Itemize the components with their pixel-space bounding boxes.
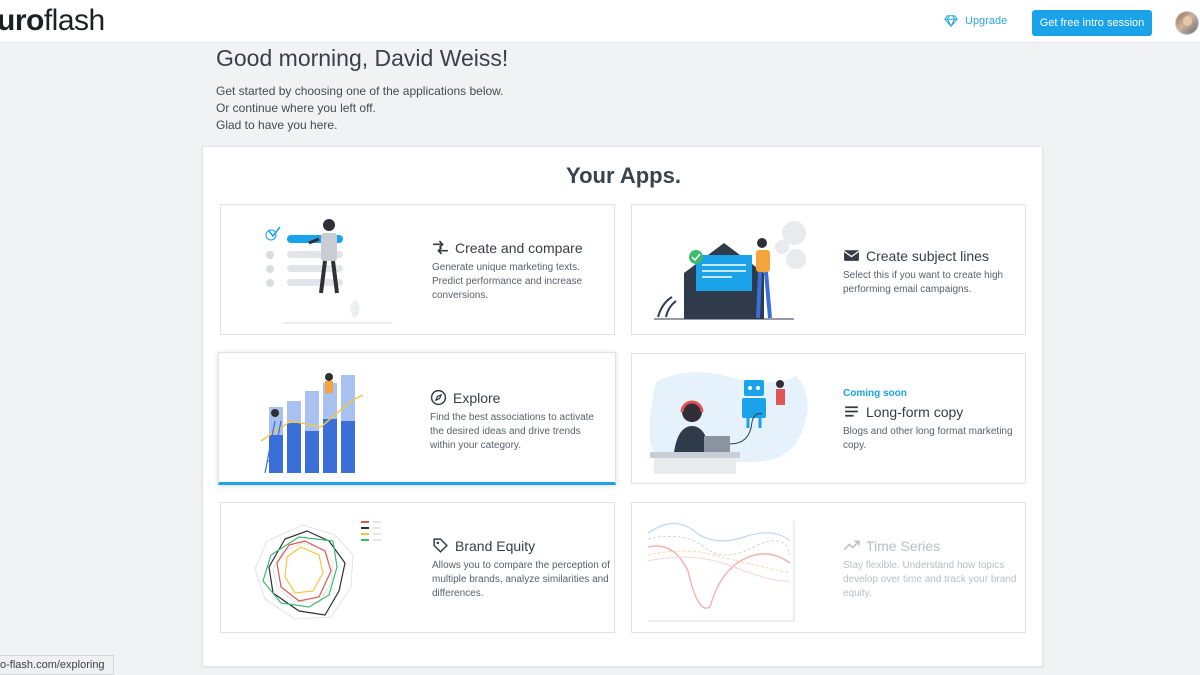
avatar[interactable] (1175, 11, 1199, 35)
card-title: Brand Equity (432, 537, 610, 554)
explore-illustration (260, 373, 364, 474)
card-description: Find the best associations to activate t… (430, 412, 594, 451)
app-card-create-compare[interactable]: Create and compare Generate unique marke… (220, 204, 615, 335)
apps-panel: Your Apps. Create and compare Generate u… (202, 146, 1043, 667)
app-card-time-series[interactable]: Time Series Stay flexible. Understand ho… (631, 502, 1026, 633)
upgrade-label: Upgrade (965, 15, 1008, 27)
coming-soon-badge: Coming soon (843, 388, 907, 399)
card-title: Create and compare (432, 239, 610, 256)
tag-icon (433, 538, 448, 553)
time-series-illustration (647, 521, 795, 622)
brand-equity-illustration (254, 521, 381, 620)
card-description: Blogs and other long format marketing co… (843, 426, 1013, 451)
card-text: Create and compare Generate unique marke… (432, 239, 610, 303)
compass-icon (430, 389, 447, 406)
card-description: Generate unique marketing texts. Predict… (432, 262, 583, 301)
intro-text: Get started by choosing one of the appli… (216, 83, 504, 134)
apps-title: Your Apps. (566, 163, 681, 188)
card-title: Time Series (843, 537, 1021, 554)
page-title: Good morning, David Weiss! (216, 45, 509, 71)
diamond-icon (944, 15, 958, 28)
top-bar: uroflash Upgrade Get free intro session (0, 0, 1200, 43)
intro-line: Glad to have you here. (216, 118, 338, 132)
envelope-icon (843, 250, 860, 261)
card-description: Allows you to compare the perception of … (432, 560, 610, 599)
card-title: Explore (430, 389, 608, 406)
card-text: Coming soon Long-form copy Blogs and oth… (843, 388, 1021, 453)
compare-arrows-icon (433, 240, 448, 255)
upgrade-link[interactable]: Upgrade (944, 14, 1007, 28)
create-compare-illustration (265, 219, 393, 324)
app-card-brand-equity[interactable]: Brand Equity Allows you to compare the p… (220, 502, 615, 633)
lines-icon (845, 406, 858, 417)
card-title: Create subject lines (843, 247, 1021, 264)
logo[interactable]: uroflash (0, 3, 105, 39)
long-form-illustration (649, 372, 808, 474)
subject-lines-illustration (654, 221, 806, 320)
status-bar-url: o-flash.com/exploring (0, 655, 114, 675)
card-text: Brand Equity Allows you to compare the p… (432, 537, 610, 601)
intro-session-button[interactable]: Get free intro session (1032, 10, 1152, 36)
card-description: Stay flexible. Understand how topics dev… (843, 560, 1017, 599)
app-card-explore[interactable]: Explore Find the best associations to ac… (218, 352, 616, 485)
card-text: Time Series Stay flexible. Understand ho… (843, 537, 1021, 601)
app-card-subject-lines[interactable]: Create subject lines Select this if you … (631, 204, 1026, 335)
intro-line: Or continue where you left off. (216, 101, 376, 115)
trend-icon (843, 540, 860, 551)
card-text: Explore Find the best associations to ac… (430, 389, 608, 453)
card-description: Select this if you want to create high p… (843, 270, 1004, 295)
card-title: Long-form copy (843, 403, 1021, 420)
app-card-long-form-copy[interactable]: Coming soon Long-form copy Blogs and oth… (631, 353, 1026, 484)
card-text: Create subject lines Select this if you … (843, 247, 1021, 297)
intro-line: Get started by choosing one of the appli… (216, 84, 504, 98)
